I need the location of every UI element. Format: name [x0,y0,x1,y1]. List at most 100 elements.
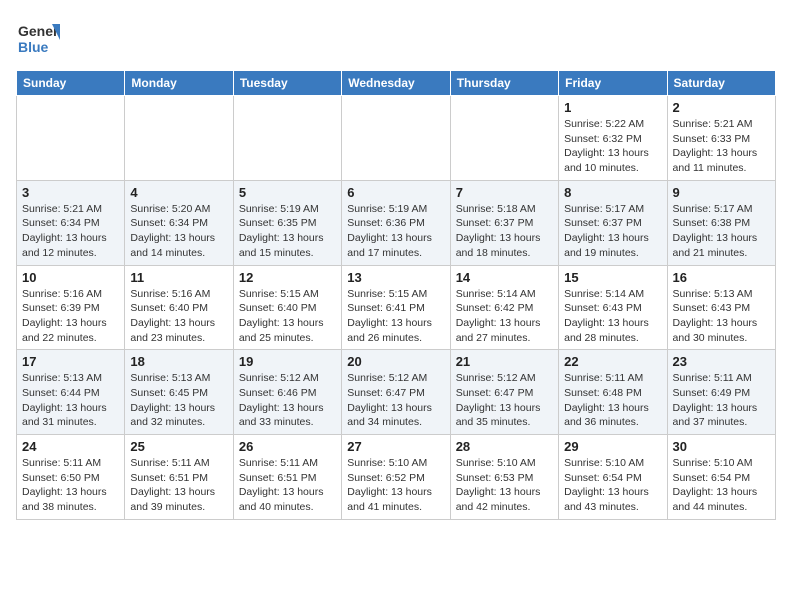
day-number: 5 [239,185,336,200]
day-number: 24 [22,439,119,454]
calendar-cell [342,96,450,181]
day-info: Sunrise: 5:13 AMSunset: 6:43 PMDaylight:… [673,287,770,346]
day-info: Sunrise: 5:17 AMSunset: 6:37 PMDaylight:… [564,202,661,261]
calendar-cell: 21 Sunrise: 5:12 AMSunset: 6:47 PMDayligh… [450,350,558,435]
calendar-cell: 2 Sunrise: 5:21 AMSunset: 6:33 PMDaylight… [667,96,775,181]
calendar-cell: 11 Sunrise: 5:16 AMSunset: 6:40 PMDayligh… [125,265,233,350]
calendar-cell: 17 Sunrise: 5:13 AMSunset: 6:44 PMDayligh… [17,350,125,435]
calendar-header-row: SundayMondayTuesdayWednesdayThursdayFrid… [17,71,776,96]
calendar-cell [450,96,558,181]
col-header-saturday: Saturday [667,71,775,96]
day-number: 13 [347,270,444,285]
day-number: 2 [673,100,770,115]
col-header-monday: Monday [125,71,233,96]
day-number: 14 [456,270,553,285]
day-info: Sunrise: 5:12 AMSunset: 6:46 PMDaylight:… [239,371,336,430]
day-info: Sunrise: 5:12 AMSunset: 6:47 PMDaylight:… [456,371,553,430]
day-number: 25 [130,439,227,454]
calendar-cell: 7 Sunrise: 5:18 AMSunset: 6:37 PMDaylight… [450,180,558,265]
day-number: 20 [347,354,444,369]
calendar-cell: 18 Sunrise: 5:13 AMSunset: 6:45 PMDayligh… [125,350,233,435]
day-info: Sunrise: 5:12 AMSunset: 6:47 PMDaylight:… [347,371,444,430]
day-info: Sunrise: 5:15 AMSunset: 6:41 PMDaylight:… [347,287,444,346]
col-header-sunday: Sunday [17,71,125,96]
calendar-cell: 9 Sunrise: 5:17 AMSunset: 6:38 PMDaylight… [667,180,775,265]
day-number: 29 [564,439,661,454]
day-number: 21 [456,354,553,369]
day-number: 8 [564,185,661,200]
day-info: Sunrise: 5:21 AMSunset: 6:33 PMDaylight:… [673,117,770,176]
calendar-cell: 29Sunrise: 5:10 AMSunset: 6:54 PMDayligh… [559,435,667,520]
calendar-cell: 22Sunrise: 5:11 AMSunset: 6:48 PMDayligh… [559,350,667,435]
calendar-week-3: 10 Sunrise: 5:16 AMSunset: 6:39 PMDayligh… [17,265,776,350]
logo-icon: General Blue [16,16,60,60]
calendar-cell: 8 Sunrise: 5:17 AMSunset: 6:37 PMDaylight… [559,180,667,265]
day-number: 9 [673,185,770,200]
day-number: 19 [239,354,336,369]
day-number: 12 [239,270,336,285]
day-info: Sunrise: 5:11 AMSunset: 6:51 PMDaylight:… [130,456,227,515]
day-info: Sunrise: 5:10 AMSunset: 6:54 PMDaylight:… [673,456,770,515]
calendar-cell: 25 Sunrise: 5:11 AMSunset: 6:51 PMDayligh… [125,435,233,520]
col-header-thursday: Thursday [450,71,558,96]
day-info: Sunrise: 5:19 AMSunset: 6:35 PMDaylight:… [239,202,336,261]
logo: General Blue [16,16,60,60]
calendar-cell [17,96,125,181]
day-number: 27 [347,439,444,454]
day-info: Sunrise: 5:10 AMSunset: 6:52 PMDaylight:… [347,456,444,515]
svg-text:Blue: Blue [18,39,49,55]
day-number: 18 [130,354,227,369]
calendar-cell: 6 Sunrise: 5:19 AMSunset: 6:36 PMDaylight… [342,180,450,265]
day-number: 28 [456,439,553,454]
day-number: 6 [347,185,444,200]
calendar-week-4: 17 Sunrise: 5:13 AMSunset: 6:44 PMDayligh… [17,350,776,435]
day-info: Sunrise: 5:11 AMSunset: 6:49 PMDaylight:… [673,371,770,430]
day-info: Sunrise: 5:13 AMSunset: 6:44 PMDaylight:… [22,371,119,430]
calendar-cell: 20 Sunrise: 5:12 AMSunset: 6:47 PMDayligh… [342,350,450,435]
day-info: Sunrise: 5:14 AMSunset: 6:43 PMDaylight:… [564,287,661,346]
day-info: Sunrise: 5:18 AMSunset: 6:37 PMDaylight:… [456,202,553,261]
calendar-cell: 4Sunrise: 5:20 AMSunset: 6:34 PMDaylight… [125,180,233,265]
day-number: 3 [22,185,119,200]
day-number: 1 [564,100,661,115]
calendar-cell: 27 Sunrise: 5:10 AMSunset: 6:52 PMDayligh… [342,435,450,520]
calendar-cell: 12 Sunrise: 5:15 AMSunset: 6:40 PMDayligh… [233,265,341,350]
col-header-wednesday: Wednesday [342,71,450,96]
day-info: Sunrise: 5:22 AMSunset: 6:32 PMDaylight:… [564,117,661,176]
calendar-table: SundayMondayTuesdayWednesdayThursdayFrid… [16,70,776,520]
calendar-cell: 16 Sunrise: 5:13 AMSunset: 6:43 PMDayligh… [667,265,775,350]
day-number: 7 [456,185,553,200]
calendar-cell: 1 Sunrise: 5:22 AMSunset: 6:32 PMDaylight… [559,96,667,181]
day-number: 11 [130,270,227,285]
calendar-week-5: 24 Sunrise: 5:11 AMSunset: 6:50 PMDayligh… [17,435,776,520]
calendar-cell: 15 Sunrise: 5:14 AMSunset: 6:43 PMDayligh… [559,265,667,350]
calendar-cell: 26Sunrise: 5:11 AMSunset: 6:51 PMDayligh… [233,435,341,520]
day-info: Sunrise: 5:16 AMSunset: 6:39 PMDaylight:… [22,287,119,346]
day-info: Sunrise: 5:17 AMSunset: 6:38 PMDaylight:… [673,202,770,261]
day-number: 23 [673,354,770,369]
day-info: Sunrise: 5:19 AMSunset: 6:36 PMDaylight:… [347,202,444,261]
day-number: 30 [673,439,770,454]
calendar-cell: 23 Sunrise: 5:11 AMSunset: 6:49 PMDayligh… [667,350,775,435]
day-info: Sunrise: 5:15 AMSunset: 6:40 PMDaylight:… [239,287,336,346]
day-number: 17 [22,354,119,369]
calendar-cell: 19 Sunrise: 5:12 AMSunset: 6:46 PMDayligh… [233,350,341,435]
calendar-week-1: 1 Sunrise: 5:22 AMSunset: 6:32 PMDaylight… [17,96,776,181]
calendar-cell: 24 Sunrise: 5:11 AMSunset: 6:50 PMDayligh… [17,435,125,520]
calendar-cell: 5 Sunrise: 5:19 AMSunset: 6:35 PMDaylight… [233,180,341,265]
day-number: 10 [22,270,119,285]
calendar-cell: 30 Sunrise: 5:10 AMSunset: 6:54 PMDayligh… [667,435,775,520]
calendar-cell: 10 Sunrise: 5:16 AMSunset: 6:39 PMDayligh… [17,265,125,350]
day-number: 15 [564,270,661,285]
day-number: 16 [673,270,770,285]
col-header-friday: Friday [559,71,667,96]
calendar-cell: 3Sunrise: 5:21 AMSunset: 6:34 PMDaylight… [17,180,125,265]
calendar-cell [233,96,341,181]
day-info: Sunrise: 5:16 AMSunset: 6:40 PMDaylight:… [130,287,227,346]
day-info: Sunrise: 5:11 AMSunset: 6:48 PMDaylight:… [564,371,661,430]
calendar-cell: 13 Sunrise: 5:15 AMSunset: 6:41 PMDayligh… [342,265,450,350]
calendar-cell: 14 Sunrise: 5:14 AMSunset: 6:42 PMDayligh… [450,265,558,350]
day-info: Sunrise: 5:14 AMSunset: 6:42 PMDaylight:… [456,287,553,346]
day-info: Sunrise: 5:11 AMSunset: 6:50 PMDaylight:… [22,456,119,515]
day-info: Sunrise: 5:13 AMSunset: 6:45 PMDaylight:… [130,371,227,430]
